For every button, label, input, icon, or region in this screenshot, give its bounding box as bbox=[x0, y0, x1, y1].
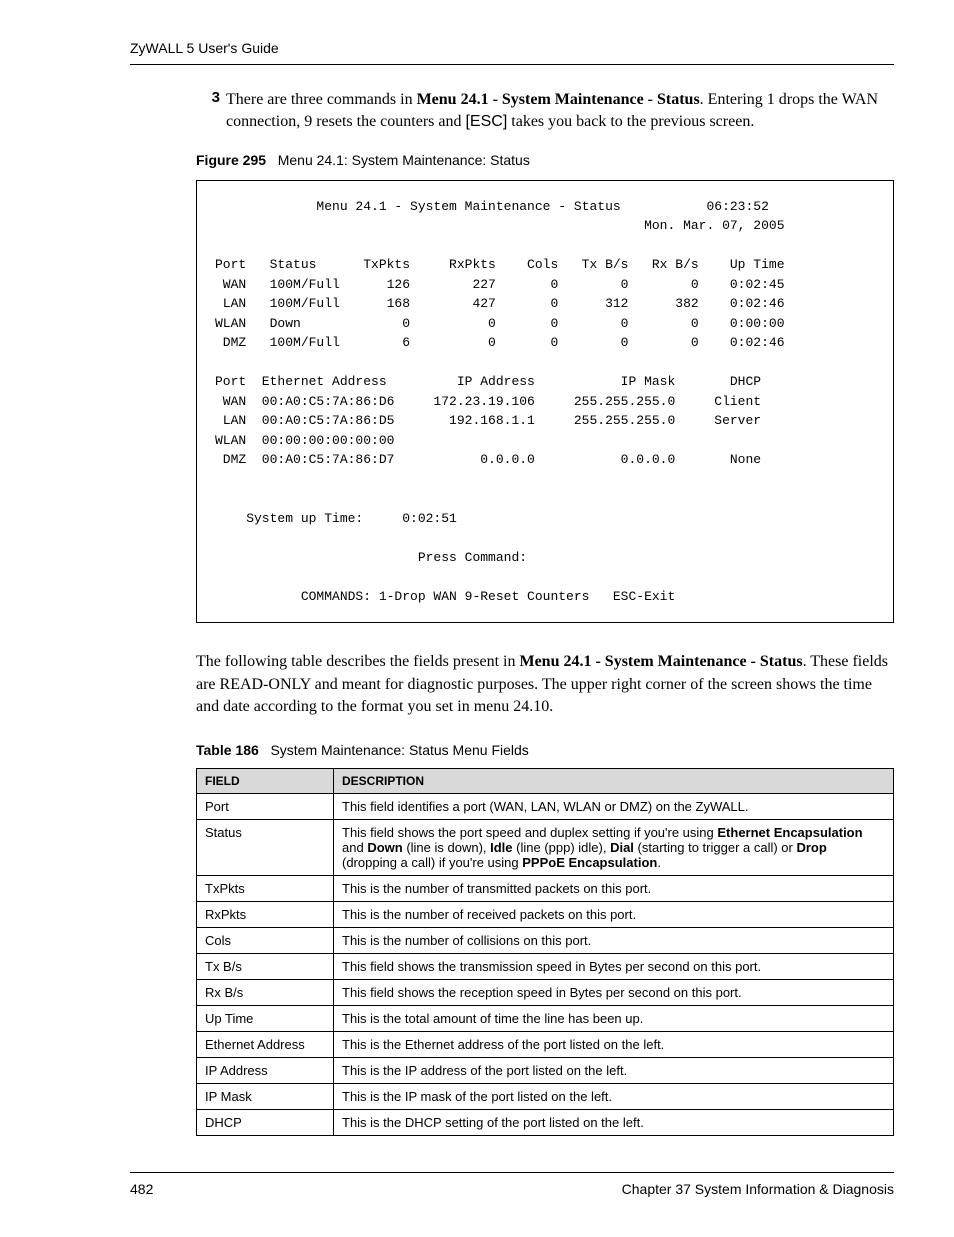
term-press: Press Command: bbox=[215, 548, 875, 568]
table-row: TxPktsThis is the number of transmitted … bbox=[197, 876, 894, 902]
th-field: FIELD bbox=[197, 769, 334, 794]
term-row: LAN 00:A0:C5:7A:86:D5 192.168.1.1 255.25… bbox=[215, 411, 875, 431]
figure-caption: Figure 295 Menu 24.1: System Maintenance… bbox=[196, 152, 894, 168]
table-row: StatusThis field shows the port speed an… bbox=[197, 820, 894, 876]
field-description: This field shows the reception speed in … bbox=[334, 980, 894, 1006]
step-pre: There are three commands in bbox=[226, 91, 417, 108]
figure-number: Figure 295 bbox=[196, 152, 266, 168]
chapter-title: Chapter 37 System Information & Diagnosi… bbox=[622, 1181, 894, 1197]
field-description: This is the number of transmitted packet… bbox=[334, 876, 894, 902]
table-header-row: FIELD DESCRIPTION bbox=[197, 769, 894, 794]
figure-title: Menu 24.1: System Maintenance: Status bbox=[278, 152, 530, 168]
term-row: DMZ 100M/Full 6 0 0 0 0 0:02:46 bbox=[215, 333, 875, 353]
term-addr-header: Port Ethernet Address IP Address IP Mask… bbox=[215, 372, 875, 392]
table-row: Tx B/sThis field shows the transmission … bbox=[197, 954, 894, 980]
field-name: RxPkts bbox=[197, 902, 334, 928]
field-description: This is the Ethernet address of the port… bbox=[334, 1032, 894, 1058]
table-row: DHCPThis is the DHCP setting of the port… bbox=[197, 1110, 894, 1136]
para-pre: The following table describes the fields… bbox=[196, 653, 519, 670]
field-description: This is the total amount of time the lin… bbox=[334, 1006, 894, 1032]
fields-table: FIELD DESCRIPTION PortThis field identif… bbox=[196, 768, 894, 1136]
field-name: Port bbox=[197, 794, 334, 820]
page-content: 3 There are three commands in Menu 24.1 … bbox=[196, 89, 894, 1136]
field-description: This is the IP address of the port liste… bbox=[334, 1058, 894, 1084]
step-text: There are three commands in Menu 24.1 - … bbox=[226, 89, 894, 134]
step-bold-menu: Menu 24.1 - System Maintenance - Status bbox=[417, 91, 700, 108]
field-description: This is the number of received packets o… bbox=[334, 902, 894, 928]
step-post: takes you back to the previous screen. bbox=[507, 113, 754, 130]
field-description: This field shows the port speed and dupl… bbox=[334, 820, 894, 876]
table-row: RxPktsThis is the number of received pac… bbox=[197, 902, 894, 928]
th-description: DESCRIPTION bbox=[334, 769, 894, 794]
page-header: ZyWALL 5 User's Guide bbox=[130, 40, 894, 65]
table-caption: Table 186 System Maintenance: Status Men… bbox=[196, 742, 894, 758]
field-name: TxPkts bbox=[197, 876, 334, 902]
term-uptime: System up Time: 0:02:51 bbox=[215, 509, 875, 529]
term-row: WLAN Down 0 0 0 0 0 0:00:00 bbox=[215, 314, 875, 334]
field-name: DHCP bbox=[197, 1110, 334, 1136]
table-row: ColsThis is the number of collisions on … bbox=[197, 928, 894, 954]
term-row: DMZ 00:A0:C5:7A:86:D7 0.0.0.0 0.0.0.0 No… bbox=[215, 450, 875, 470]
field-description: This is the IP mask of the port listed o… bbox=[334, 1084, 894, 1110]
field-name: Status bbox=[197, 820, 334, 876]
table-row: Up TimeThis is the total amount of time … bbox=[197, 1006, 894, 1032]
field-name: Rx B/s bbox=[197, 980, 334, 1006]
field-name: Ethernet Address bbox=[197, 1032, 334, 1058]
term-title: Menu 24.1 - System Maintenance - Status … bbox=[215, 197, 875, 217]
step-number: 3 bbox=[196, 89, 220, 134]
field-name: Tx B/s bbox=[197, 954, 334, 980]
term-commands: COMMANDS: 1-Drop WAN 9-Reset Counters ES… bbox=[215, 587, 875, 607]
table-number: Table 186 bbox=[196, 742, 259, 758]
field-name: IP Address bbox=[197, 1058, 334, 1084]
field-description: This is the number of collisions on this… bbox=[334, 928, 894, 954]
esc-key: [ESC] bbox=[465, 113, 507, 130]
field-description: This field shows the transmission speed … bbox=[334, 954, 894, 980]
page-number: 482 bbox=[130, 1181, 153, 1197]
table-row: IP MaskThis is the IP mask of the port l… bbox=[197, 1084, 894, 1110]
field-name: Up Time bbox=[197, 1006, 334, 1032]
term-stats-header: Port Status TxPkts RxPkts Cols Tx B/s Rx… bbox=[215, 255, 875, 275]
field-name: Cols bbox=[197, 928, 334, 954]
terminal-screenshot: Menu 24.1 - System Maintenance - Status … bbox=[196, 180, 894, 624]
table-row: PortThis field identifies a port (WAN, L… bbox=[197, 794, 894, 820]
page-footer: 482 Chapter 37 System Information & Diag… bbox=[130, 1172, 894, 1197]
term-row: LAN 100M/Full 168 427 0 312 382 0:02:46 bbox=[215, 294, 875, 314]
step-item: 3 There are three commands in Menu 24.1 … bbox=[196, 89, 894, 134]
table-row: Rx B/sThis field shows the reception spe… bbox=[197, 980, 894, 1006]
term-row: WAN 100M/Full 126 227 0 0 0 0:02:45 bbox=[215, 275, 875, 295]
table-title: System Maintenance: Status Menu Fields bbox=[270, 742, 528, 758]
field-name: IP Mask bbox=[197, 1084, 334, 1110]
description-paragraph: The following table describes the fields… bbox=[196, 651, 894, 718]
table-row: IP AddressThis is the IP address of the … bbox=[197, 1058, 894, 1084]
term-row: WLAN 00:00:00:00:00:00 bbox=[215, 431, 875, 451]
header-title: ZyWALL 5 User's Guide bbox=[130, 40, 279, 56]
field-description: This is the DHCP setting of the port lis… bbox=[334, 1110, 894, 1136]
term-date: Mon. Mar. 07, 2005 bbox=[215, 216, 875, 236]
table-row: Ethernet AddressThis is the Ethernet add… bbox=[197, 1032, 894, 1058]
field-description: This field identifies a port (WAN, LAN, … bbox=[334, 794, 894, 820]
para-bold: Menu 24.1 - System Maintenance - Status bbox=[519, 653, 802, 670]
term-row: WAN 00:A0:C5:7A:86:D6 172.23.19.106 255.… bbox=[215, 392, 875, 412]
